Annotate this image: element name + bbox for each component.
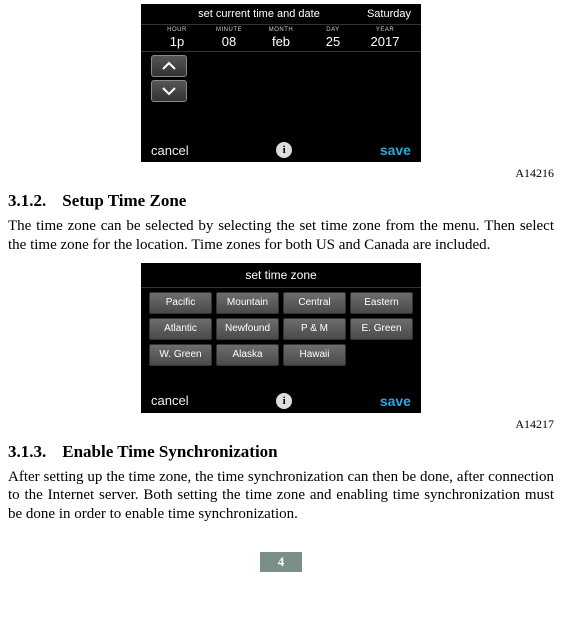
- tz-button-atlantic[interactable]: Atlantic: [149, 318, 212, 340]
- dt-label: YEAR: [359, 27, 411, 33]
- chevron-down-icon: [161, 86, 177, 96]
- datetime-col-hour: HOUR 1p: [151, 27, 203, 49]
- screen-footer: cancel i save: [141, 138, 421, 162]
- screen-header: set current time and date Saturday: [141, 4, 421, 24]
- tz-button-central[interactable]: Central: [283, 292, 346, 314]
- info-icon[interactable]: i: [276, 142, 292, 158]
- dt-value: 25: [307, 34, 359, 49]
- dt-label: MINUTE: [203, 27, 255, 33]
- figure-id: A14217: [8, 417, 554, 432]
- page-number: 4: [260, 552, 302, 572]
- spinner-down-button[interactable]: [151, 80, 187, 102]
- dt-value: 08: [203, 34, 255, 49]
- tz-button-newfound[interactable]: Newfound: [216, 318, 279, 340]
- tz-button-eastern[interactable]: Eastern: [350, 292, 413, 314]
- section-heading-enable-time-sync: 3.1.3. Enable Time Synchronization: [8, 442, 554, 462]
- spinner-group: [141, 52, 421, 105]
- save-button[interactable]: save: [380, 393, 411, 409]
- datetime-col-minute: MINUTE 08: [203, 27, 255, 49]
- device-screen-time-zone: set time zone Pacific Mountain Central E…: [141, 263, 421, 413]
- section-number: 3.1.2.: [8, 191, 46, 211]
- section-heading-setup-time-zone: 3.1.2. Setup Time Zone: [8, 191, 554, 211]
- screen-footer: cancel i save: [141, 389, 421, 413]
- page-number-container: 4: [8, 552, 554, 572]
- dt-label: HOUR: [151, 27, 203, 33]
- screen-title: set time zone: [141, 263, 421, 287]
- figure-time-date: set current time and date Saturday HOUR …: [8, 4, 554, 162]
- section-title: Enable Time Synchronization: [62, 442, 277, 461]
- timezone-grid: Pacific Mountain Central Eastern Atlanti…: [141, 288, 421, 370]
- figure-id: A14216: [8, 166, 554, 181]
- datetime-col-year: YEAR 2017: [359, 27, 411, 49]
- datetime-row: HOUR 1p MINUTE 08 MONTH feb DAY 25 YEAR …: [141, 25, 421, 51]
- section-paragraph: After setting up the time zone, the time…: [8, 468, 554, 524]
- cancel-button[interactable]: cancel: [151, 143, 189, 158]
- tz-button-hawaii[interactable]: Hawaii: [283, 344, 346, 366]
- cancel-button[interactable]: cancel: [151, 393, 189, 408]
- tz-button-p-and-m[interactable]: P & M: [283, 318, 346, 340]
- dt-value: 1p: [151, 34, 203, 49]
- device-screen-time-date: set current time and date Saturday HOUR …: [141, 4, 421, 162]
- tz-button-w-green[interactable]: W. Green: [149, 344, 212, 366]
- info-icon[interactable]: i: [276, 393, 292, 409]
- dt-value: 2017: [359, 34, 411, 49]
- save-button[interactable]: save: [380, 142, 411, 158]
- section-title: Setup Time Zone: [62, 191, 186, 210]
- screen-day-value: Saturday: [367, 8, 411, 20]
- dt-value: feb: [255, 34, 307, 49]
- tz-button-pacific[interactable]: Pacific: [149, 292, 212, 314]
- chevron-up-icon: [161, 61, 177, 71]
- tz-button-e-green[interactable]: E. Green: [350, 318, 413, 340]
- dt-label: DAY: [307, 27, 359, 33]
- section-paragraph: The time zone can be selected by selecti…: [8, 217, 554, 255]
- datetime-col-month: MONTH feb: [255, 27, 307, 49]
- tz-button-alaska[interactable]: Alaska: [216, 344, 279, 366]
- tz-button-mountain[interactable]: Mountain: [216, 292, 279, 314]
- datetime-col-day: DAY 25: [307, 27, 359, 49]
- spinner-up-button[interactable]: [151, 55, 187, 77]
- screen-title: set current time and date: [151, 8, 367, 20]
- figure-time-zone: set time zone Pacific Mountain Central E…: [8, 263, 554, 413]
- section-number: 3.1.3.: [8, 442, 46, 462]
- dt-label: MONTH: [255, 27, 307, 33]
